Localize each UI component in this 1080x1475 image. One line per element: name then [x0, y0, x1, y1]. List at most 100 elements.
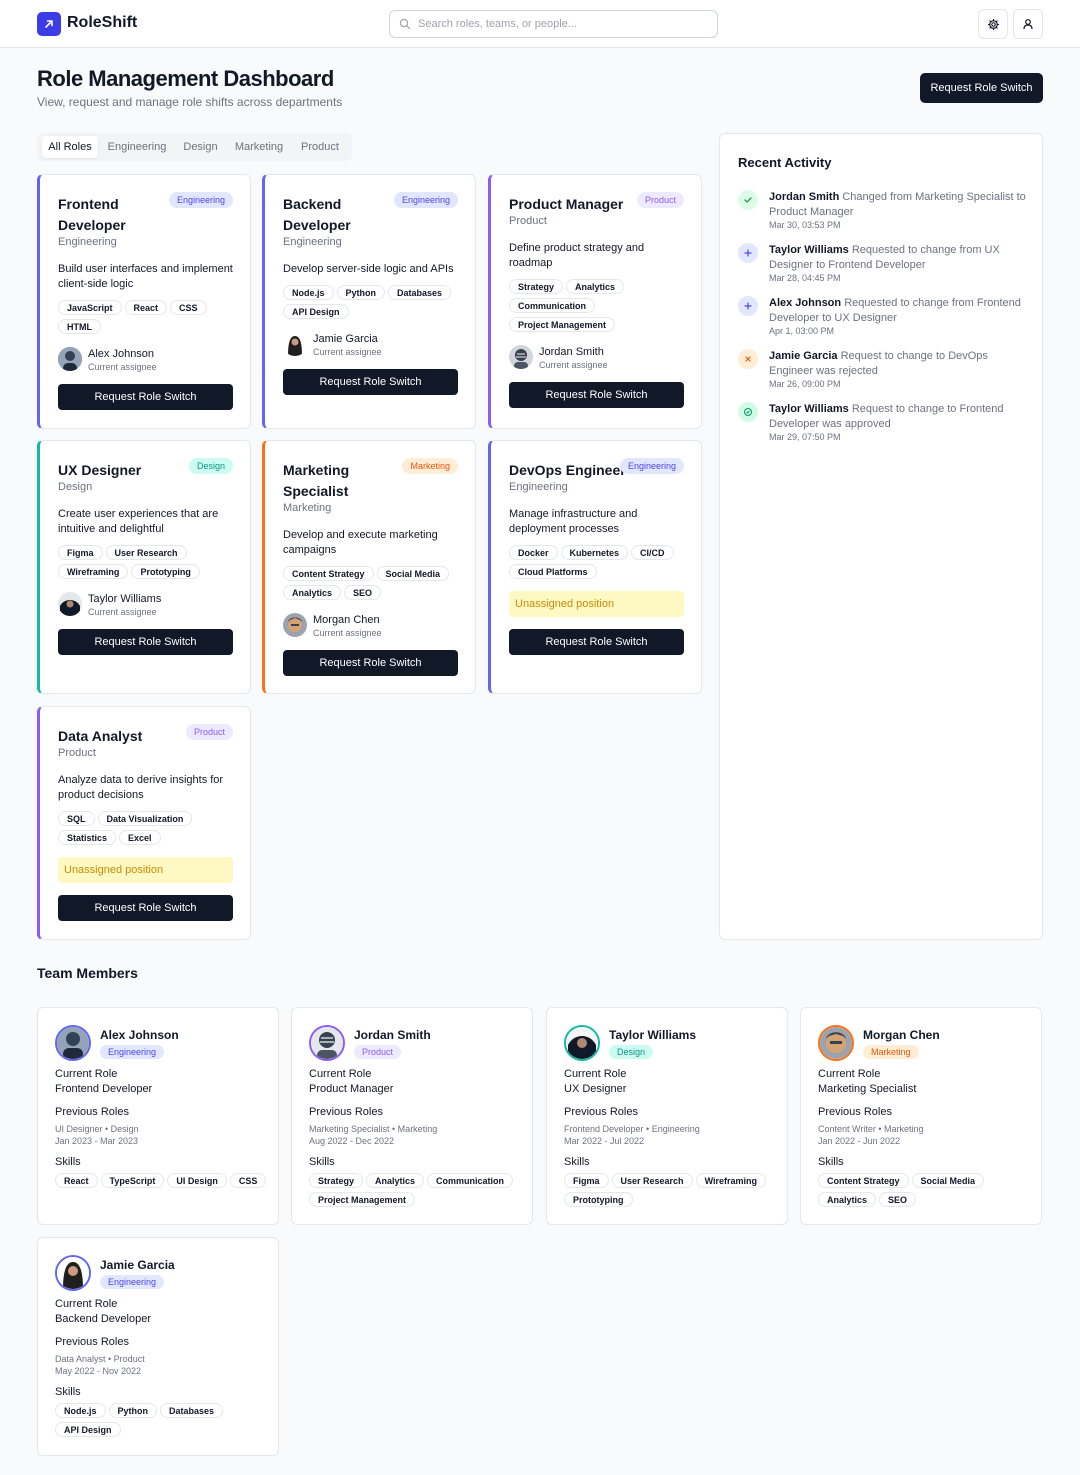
avatar: [309, 1025, 345, 1061]
avatar: [509, 345, 533, 369]
skill-chip: React: [124, 300, 168, 315]
activity-item[interactable]: Taylor Williams Request to change to Fro…: [738, 402, 1028, 444]
role-card: Frontend Developer Engineering Engineeri…: [37, 174, 251, 429]
skills-list: Strategy Analytics Communication Project…: [309, 1173, 524, 1207]
skills-label: Skills: [55, 1386, 81, 1398]
skill-chip: React: [55, 1173, 98, 1188]
role-description: Define product strategy and roadmap: [509, 242, 645, 269]
activity-item[interactable]: Jordan Smith Changed from Marketing Spec…: [738, 190, 1028, 232]
search-box[interactable]: [389, 10, 718, 38]
role-card: Data Analyst Product Product Analyze dat…: [37, 706, 251, 940]
tab-all-roles[interactable]: All Roles: [42, 136, 98, 158]
activity-item[interactable]: Alex Johnson Requested to change from Fr…: [738, 296, 1028, 338]
department-badge: Design: [188, 458, 233, 474]
request-role-switch-button[interactable]: Request Role Switch: [509, 382, 684, 408]
previous-roles-label: Previous Roles: [564, 1106, 638, 1118]
request-role-switch-button[interactable]: Request Role Switch: [920, 73, 1043, 103]
role-department: Product: [58, 747, 96, 759]
page-subtitle: View, request and manage role shifts acr…: [37, 95, 343, 109]
role-title: Product Manager: [509, 196, 624, 212]
previous-roles-label: Previous Roles: [309, 1106, 383, 1118]
request-role-switch-button[interactable]: Request Role Switch: [283, 650, 458, 676]
skill-chip: CI/CD: [631, 545, 674, 560]
department-badge: Engineering: [393, 192, 458, 208]
skill-chip: Excel: [119, 830, 161, 845]
member-card[interactable]: Jordan Smith Product Current Role Produc…: [291, 1007, 533, 1225]
skill-chip: Content Strategy: [283, 566, 374, 581]
role-title: Frontend Developer: [58, 196, 126, 233]
request-role-switch-button[interactable]: Request Role Switch: [509, 629, 684, 655]
skill-chip: API Design: [283, 304, 349, 319]
department-tabs: All Roles Engineering Design Marketing P…: [37, 133, 352, 161]
skill-chip: CSS: [229, 1173, 267, 1188]
assignee-label: Current assignee: [539, 360, 608, 370]
request-role-switch-button[interactable]: Request Role Switch: [58, 629, 233, 655]
activity-title: Recent Activity: [738, 155, 832, 170]
skill-chip: Analytics: [566, 279, 625, 294]
role-department: Marketing: [283, 502, 332, 514]
user-icon: [1023, 19, 1033, 30]
role-card: DevOps Engineer Engineering Engineering …: [488, 440, 702, 694]
skill-chip: JavaScript: [58, 300, 122, 315]
skill-chip: SEO: [879, 1192, 917, 1207]
assignee-name: Alex Johnson: [88, 348, 155, 360]
avatar: [55, 1025, 91, 1061]
role-description: Develop server-side logic and APIs: [283, 263, 454, 275]
app-name[interactable]: RoleShift: [67, 14, 137, 32]
member-card[interactable]: Jamie Garcia Engineering Current Role Ba…: [37, 1237, 279, 1456]
skill-chip: TypeScript: [100, 1173, 165, 1188]
department-badge: Engineering: [619, 458, 684, 474]
role-description: Develop and execute marketing campaigns: [283, 529, 438, 556]
current-role-value: Marketing Specialist: [818, 1083, 917, 1095]
search-input[interactable]: [418, 11, 708, 37]
role-title: UX Designer: [58, 462, 142, 478]
skill-chip: Social Media: [911, 1173, 985, 1188]
skill-chip: Node.js: [55, 1403, 106, 1418]
request-role-switch-button[interactable]: Request Role Switch: [58, 895, 233, 921]
role-description: Analyze data to derive insights for prod…: [58, 774, 224, 801]
plus-icon: [738, 296, 758, 316]
skill-chip: Python: [336, 285, 386, 300]
current-role-value: Product Manager: [309, 1083, 394, 1095]
activity-user: Taylor Williams: [769, 403, 849, 415]
skill-chip: Analytics: [366, 1173, 425, 1188]
previous-role-dates: Aug 2022 - Dec 2022: [309, 1136, 395, 1146]
request-role-switch-button[interactable]: Request Role Switch: [283, 369, 458, 395]
previous-role-dates: Mar 2022 - Jul 2022: [564, 1136, 645, 1146]
page-title: Role Management Dashboard: [37, 66, 334, 91]
assignee-name: Taylor Williams: [88, 593, 162, 605]
member-name: Morgan Chen: [863, 1028, 940, 1042]
role-title: Data Analyst: [58, 728, 143, 744]
tab-product[interactable]: Product: [295, 136, 345, 158]
recent-activity-panel: Recent Activity Jordan Smith Changed fro…: [719, 133, 1043, 940]
logo-icon[interactable]: [37, 12, 61, 36]
assignee-name: Morgan Chen: [313, 614, 380, 626]
request-role-switch-button[interactable]: Request Role Switch: [58, 384, 233, 410]
previous-role: Content Writer • Marketing: [818, 1124, 924, 1134]
member-card[interactable]: Taylor Williams Design Current Role UX D…: [546, 1007, 788, 1225]
skill-chip: CSS: [170, 300, 207, 315]
member-card[interactable]: Morgan Chen Marketing Current Role Marke…: [800, 1007, 1042, 1225]
profile-button[interactable]: [1013, 9, 1043, 39]
activity-item[interactable]: Jamie Garcia Request to change to DevOps…: [738, 349, 1028, 391]
activity-date: Mar 28, 04:45 PM: [769, 273, 841, 283]
skill-chip: UI Design: [167, 1173, 227, 1188]
skills-list: Figma User Research Wireframing Prototyp…: [564, 1173, 779, 1207]
assignee-name: Jamie Garcia: [313, 333, 378, 345]
role-title: Marketing Specialist: [283, 462, 350, 499]
skill-chip: Communication: [509, 298, 596, 313]
settings-button[interactable]: [978, 9, 1008, 39]
tab-marketing[interactable]: Marketing: [230, 136, 288, 158]
avatar: [283, 613, 307, 637]
tab-engineering[interactable]: Engineering: [103, 136, 171, 158]
activity-item[interactable]: Taylor Williams Requested to change from…: [738, 243, 1028, 285]
member-card[interactable]: Alex Johnson Engineering Current Role Fr…: [37, 1007, 279, 1225]
current-role-value: UX Designer: [564, 1083, 627, 1095]
skill-chip: Python: [108, 1403, 158, 1418]
tab-design[interactable]: Design: [177, 136, 224, 158]
x-icon: [738, 349, 758, 369]
role-department: Engineering: [58, 236, 117, 248]
role-department: Product: [509, 215, 547, 227]
skill-chip: Social Media: [376, 566, 450, 581]
avatar: [58, 347, 82, 371]
